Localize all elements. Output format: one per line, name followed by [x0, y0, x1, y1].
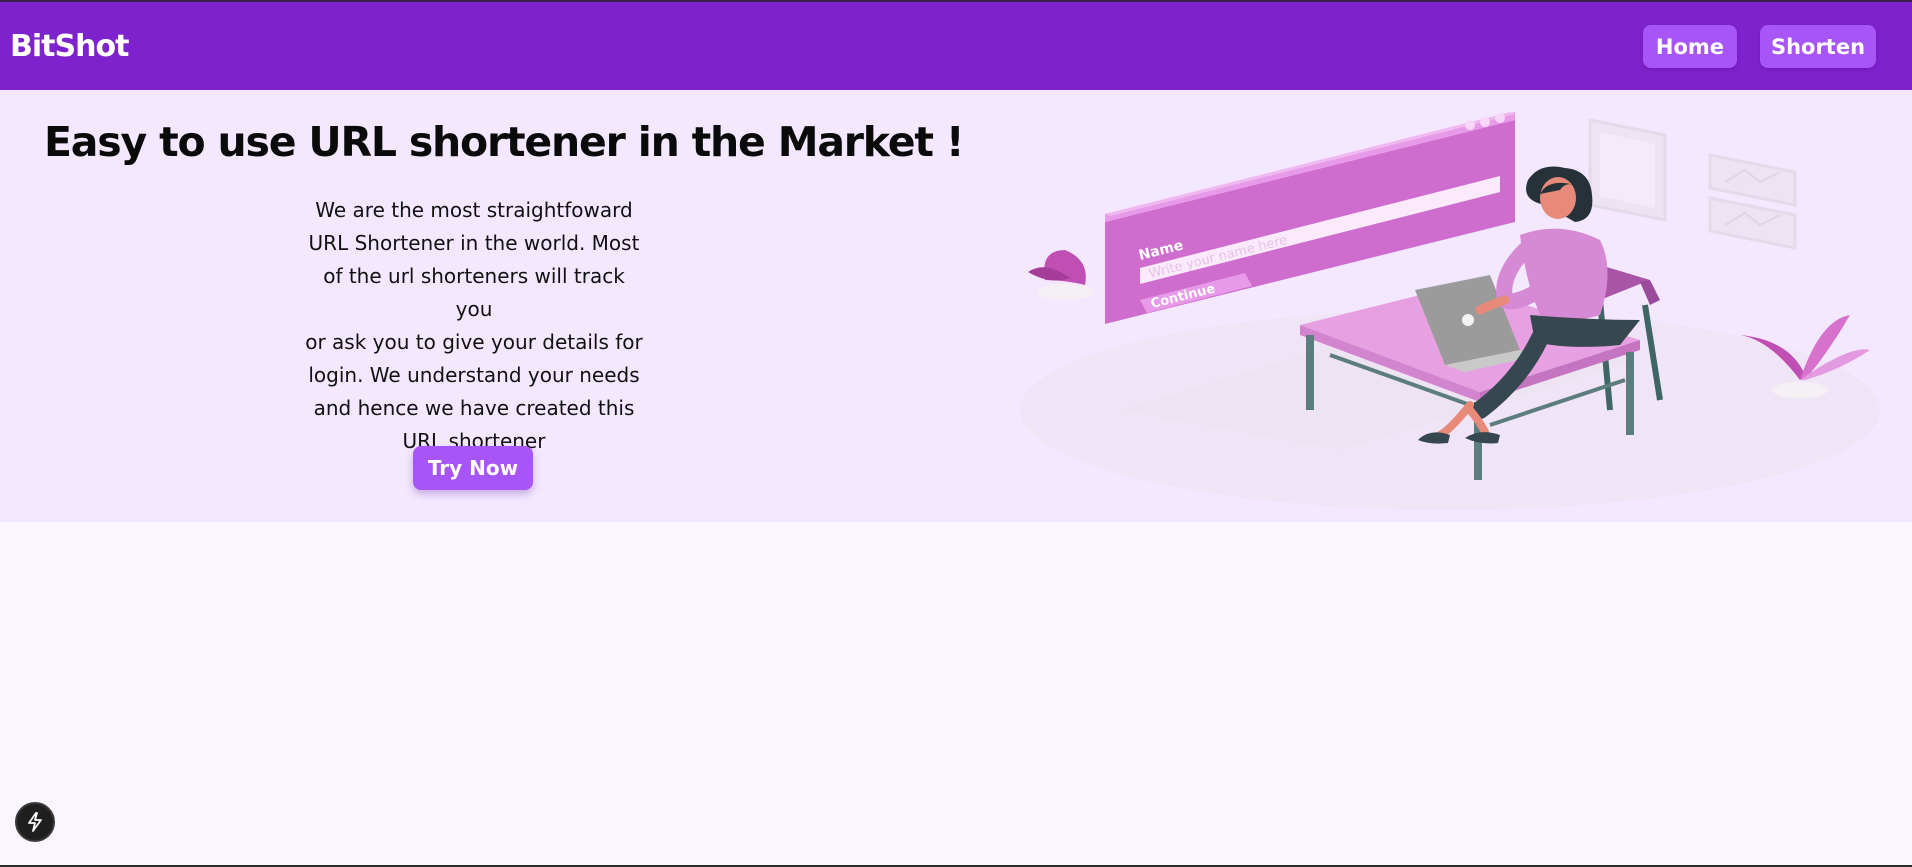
lightning-bolt-icon — [28, 812, 42, 832]
hero-description-line: URL Shortener in the world. Most — [308, 231, 640, 255]
hero-description: We are the most straightfoward URL Short… — [304, 194, 644, 458]
hero-description-line: and hence we have created this — [313, 396, 635, 420]
hero-description-line: of the url shorteners will track you — [323, 264, 625, 321]
wall-frames — [1588, 118, 1797, 250]
hero-description-line: login. We understand your needs — [308, 363, 640, 387]
try-now-button[interactable]: Try Now — [413, 446, 533, 490]
nav-home-button[interactable]: Home — [1643, 25, 1737, 68]
dev-indicator-button[interactable] — [15, 802, 55, 842]
hero-illustration: Name Write your name here Continue — [1020, 112, 1880, 510]
navbar: BitShot Home Shorten — [0, 2, 1912, 90]
hero-description-line: or ask you to give your details for — [305, 330, 643, 354]
brand-logo[interactable]: BitShot — [10, 29, 129, 64]
hero-description-line: We are the most straightfoward — [315, 198, 633, 222]
plant-left-icon — [1028, 250, 1093, 300]
hero-title: Easy to use URL shortener in the Market … — [44, 118, 965, 166]
nav-shorten-button[interactable]: Shorten — [1760, 25, 1876, 68]
